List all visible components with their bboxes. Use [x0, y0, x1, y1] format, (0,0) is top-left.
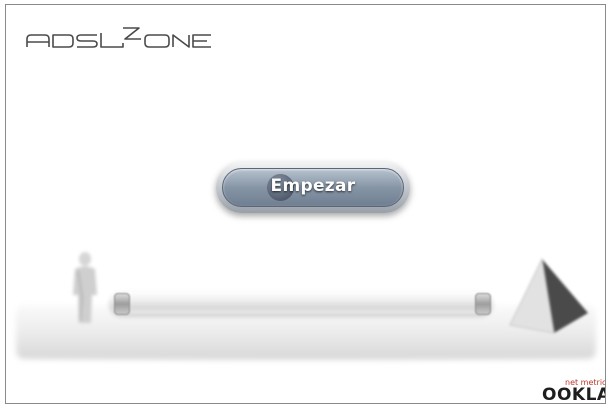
speed-test-panel: Empezar net metrics OOKLA [5, 4, 606, 404]
start-button[interactable]: Empezar [216, 162, 410, 213]
ookla-logo-icon: OOKLA [542, 385, 606, 404]
connection-tube [110, 292, 492, 314]
adslzone-logo [26, 27, 211, 48]
start-button-label: Empezar [270, 176, 356, 196]
tube-cap-left [114, 293, 130, 315]
tube-cap-right [475, 293, 491, 315]
person-figure-icon [73, 252, 97, 323]
pyramid-icon [509, 257, 588, 334]
